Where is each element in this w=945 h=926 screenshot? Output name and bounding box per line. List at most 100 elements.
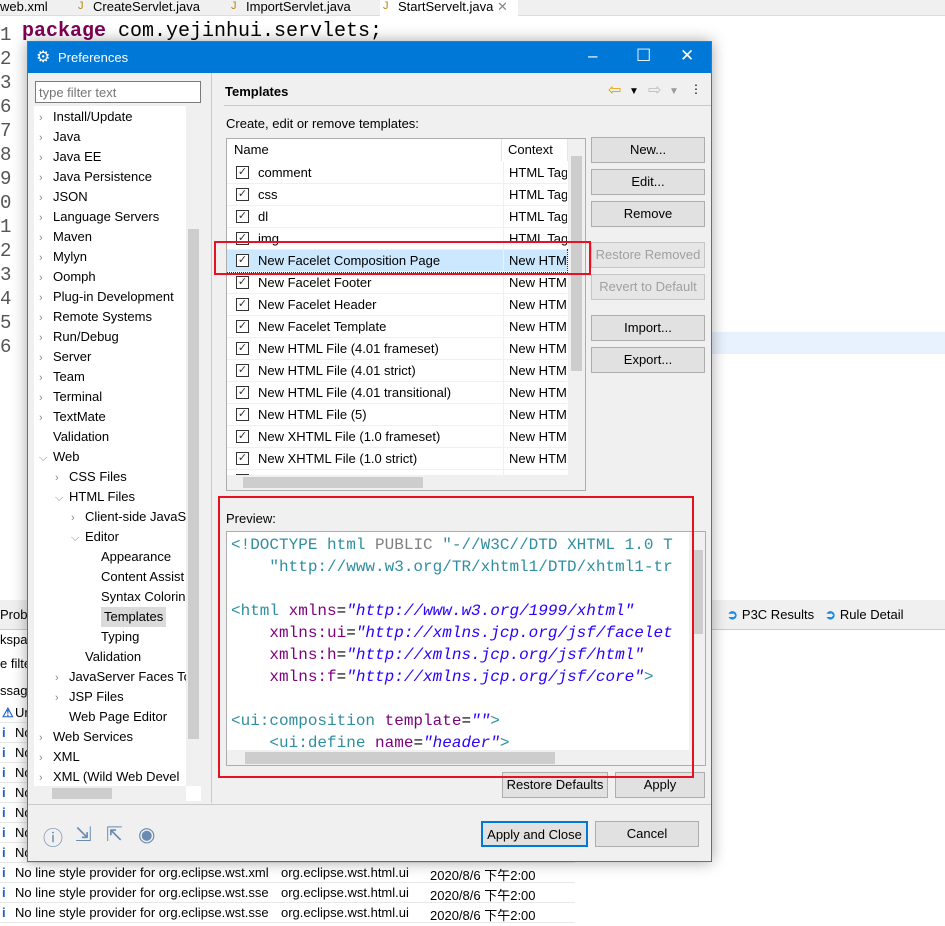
checkbox[interactable]: ✓ (236, 166, 249, 179)
tree-item[interactable]: › Run/Debug (39, 327, 119, 347)
tree-item[interactable]: ⌵ HTML Files (55, 487, 135, 507)
tree-item[interactable]: › Java Persistence (39, 167, 152, 187)
scroll-thumb[interactable] (243, 477, 423, 488)
checkbox[interactable]: ✓ (236, 298, 249, 311)
tree-item[interactable]: › XML (39, 747, 80, 767)
cancel-button[interactable]: Cancel (595, 821, 699, 847)
export-preferences-icon[interactable]: ⇱ (106, 822, 123, 847)
record-icon[interactable]: ◉ (138, 822, 155, 847)
template-row[interactable]: ✓ New Facelet Footer New HTML (227, 272, 567, 294)
title-bar[interactable]: ⚙ Preferences – ☐ ✕ (28, 42, 711, 73)
export-button[interactable]: Export... (591, 347, 705, 373)
chevron-right-icon[interactable]: › (39, 208, 53, 228)
chevron-right-icon[interactable]: › (39, 248, 53, 268)
chevron-right-icon[interactable]: › (39, 268, 53, 288)
problem-row[interactable]: i No line style provider for org.eclipse.… (0, 903, 575, 923)
chevron-right-icon[interactable]: › (55, 668, 69, 688)
chevron-down-icon[interactable]: ⌵ (39, 448, 53, 468)
apply-and-close-button[interactable]: Apply and Close (481, 821, 588, 847)
tab-create-servlet[interactable]: J CreateServlet.java (75, 0, 200, 16)
chevron-right-icon[interactable]: › (39, 108, 53, 128)
template-row[interactable]: ✓ comment HTML Tag (227, 162, 567, 184)
maximize-button[interactable]: ☐ (636, 46, 651, 66)
problem-row[interactable]: i No line style provider for org.eclipse.… (0, 883, 575, 903)
tree-item[interactable]: Appearance (101, 547, 171, 567)
template-row[interactable]: ✓ css HTML Tag (227, 184, 567, 206)
edit-button[interactable]: Edit... (591, 169, 705, 195)
chevron-right-icon[interactable]: › (39, 128, 53, 148)
checkbox[interactable]: ✓ (236, 452, 249, 465)
tab-p3c-results[interactable]: ➲ P3C Results (727, 607, 814, 623)
problems-tab-fragment[interactable]: Probl (0, 607, 30, 622)
tree-item[interactable]: › Install/Update (39, 107, 133, 127)
tree-item[interactable]: › JSP Files (55, 687, 124, 707)
template-row[interactable]: ✓ New XHTML File (1.0 strict) New HTML (227, 448, 567, 470)
tree-item[interactable]: › Language Servers (39, 207, 159, 227)
tree-item[interactable]: › Remote Systems (39, 307, 152, 327)
tree-item[interactable]: › Maven (39, 227, 92, 247)
chevron-right-icon[interactable]: › (39, 148, 53, 168)
chevron-right-icon[interactable]: › (39, 768, 53, 788)
chevron-right-icon[interactable]: › (39, 748, 53, 768)
help-icon[interactable]: ⓘ (43, 822, 63, 851)
forward-menu-icon[interactable]: ▼ (669, 86, 679, 97)
chevron-right-icon[interactable]: › (39, 408, 53, 428)
tree-item[interactable]: › JSON (39, 187, 88, 207)
code-line-1[interactable]: package com.yejinhui.servlets; (22, 20, 382, 43)
scroll-thumb[interactable] (52, 788, 112, 799)
tree-item[interactable]: Typing (101, 627, 139, 647)
new-button[interactable]: New... (591, 137, 705, 163)
template-row[interactable]: ✓ New Facelet Header New HTML (227, 294, 567, 316)
tree-item[interactable]: ⌵ Editor (71, 527, 119, 547)
tree-item[interactable]: › Java (39, 127, 80, 147)
tree-item[interactable]: Content Assist (101, 567, 184, 587)
chevron-down-icon[interactable]: ⌵ (55, 488, 69, 508)
tab-start-servelt[interactable]: J StartServelt.java ✕ (380, 0, 518, 16)
chevron-right-icon[interactable]: › (39, 288, 53, 308)
remove-button[interactable]: Remove (591, 201, 705, 227)
minimize-button[interactable]: – (588, 46, 597, 66)
tree-item[interactable]: › TextMate (39, 407, 106, 427)
checkbox[interactable]: ✓ (236, 364, 249, 377)
chevron-right-icon[interactable]: › (39, 188, 53, 208)
close-icon[interactable]: ✕ (497, 0, 508, 14)
chevron-right-icon[interactable]: › (39, 228, 53, 248)
tree-item[interactable]: › Client-side JavaS (71, 507, 186, 527)
tree-vertical-scrollbar[interactable] (186, 106, 201, 786)
tree-item[interactable]: › CSS Files (55, 467, 127, 487)
checkbox[interactable]: ✓ (236, 320, 249, 333)
tree-item[interactable]: › Web Services (39, 727, 133, 747)
chevron-right-icon[interactable]: › (39, 348, 53, 368)
column-header-context[interactable]: Context (502, 139, 568, 161)
tree-item[interactable]: › Server (39, 347, 91, 367)
chevron-right-icon[interactable]: › (39, 168, 53, 188)
tab-import-servlet[interactable]: J ImportServlet.java (228, 0, 351, 16)
tree-item[interactable]: › Java EE (39, 147, 101, 167)
template-row[interactable]: ✓ New HTML File (4.01 strict) New HTML (227, 360, 567, 382)
restore-removed-button[interactable]: Restore Removed (591, 242, 705, 268)
template-row[interactable]: ✓ dl HTML Tag (227, 206, 567, 228)
tree-item[interactable]: Templates (101, 607, 167, 627)
chevron-right-icon[interactable]: › (39, 388, 53, 408)
template-row[interactable]: ✓ New HTML File (4.01 frameset) New HTML (227, 338, 567, 360)
checkbox[interactable]: ✓ (236, 210, 249, 223)
checkbox[interactable]: ✓ (236, 408, 249, 421)
template-row[interactable]: ✓ New HTML File (4.01 transitional) New HT… (227, 382, 567, 404)
tree-item[interactable]: › JavaServer Faces To (55, 667, 191, 687)
close-button[interactable]: ✕ (680, 46, 694, 66)
template-row[interactable]: ✓ New XHTML File (1.0 frameset) New HTML (227, 426, 567, 448)
tree-item[interactable]: Web Page Editor (69, 707, 167, 727)
scroll-thumb[interactable] (188, 229, 199, 739)
tree-item[interactable]: Syntax Colorin (101, 587, 186, 607)
tree-item[interactable]: › Team (39, 367, 85, 387)
tree-item[interactable]: › XML (Wild Web Devel (39, 767, 179, 787)
chevron-right-icon[interactable]: › (39, 308, 53, 328)
table-horizontal-scrollbar[interactable] (227, 475, 585, 490)
back-menu-icon[interactable]: ▼ (629, 86, 639, 97)
view-menu-icon[interactable]: ⋮ (690, 82, 702, 96)
checkbox[interactable]: ✓ (236, 276, 249, 289)
chevron-down-icon[interactable]: ⌵ (71, 528, 85, 548)
checkbox[interactable]: ✓ (236, 342, 249, 355)
checkbox[interactable]: ✓ (236, 430, 249, 443)
tree-item[interactable]: › Mylyn (39, 247, 87, 267)
